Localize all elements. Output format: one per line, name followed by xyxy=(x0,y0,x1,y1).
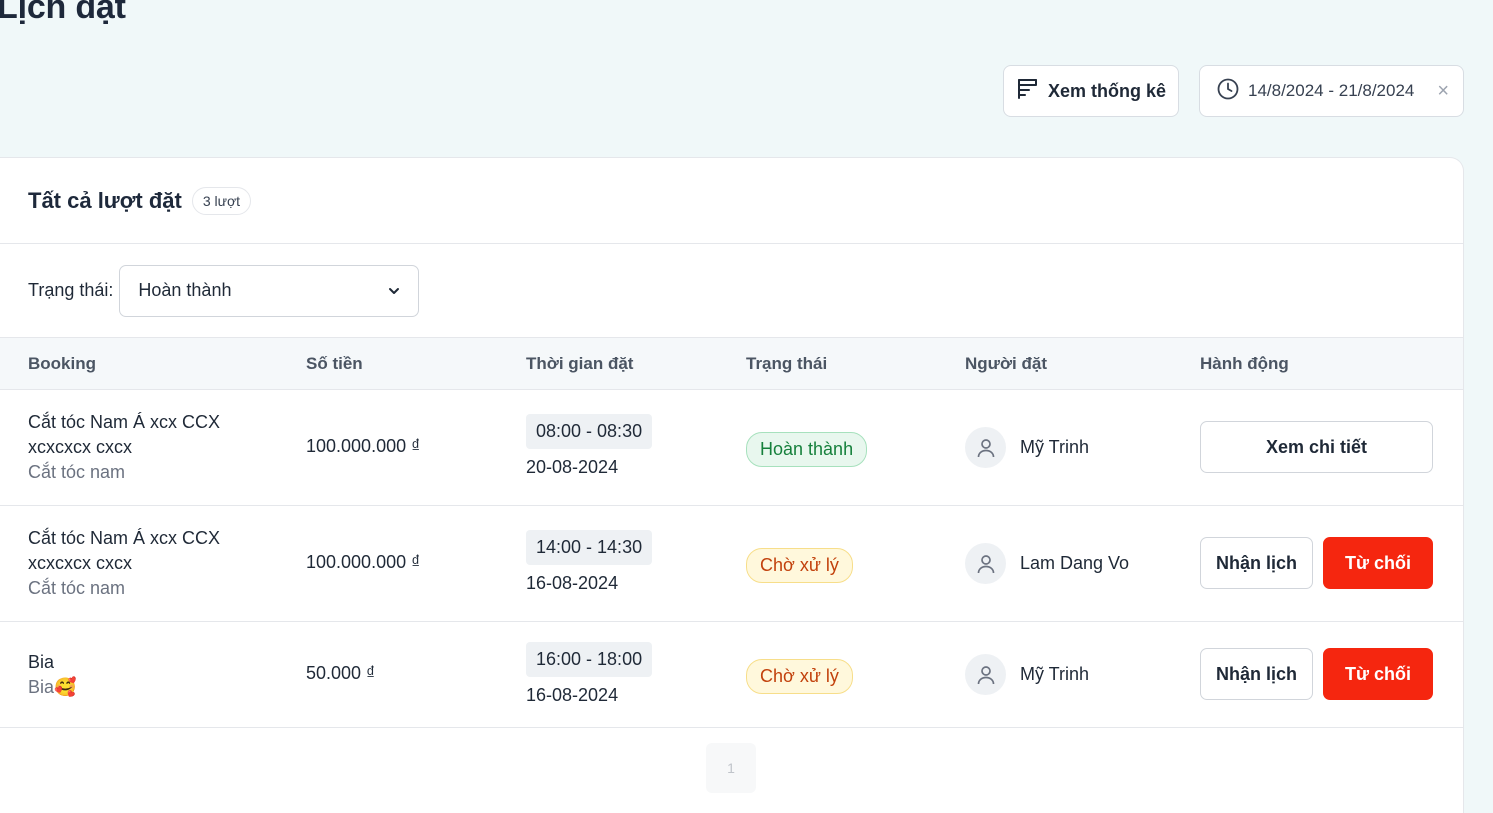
booking-date: 16-08-2024 xyxy=(526,573,619,593)
user-cell: Mỹ Trinh xyxy=(965,427,1089,468)
count-badge: 3 lượt xyxy=(191,186,252,215)
amount-cell: 50.000 ₫ xyxy=(306,663,376,683)
clock-icon xyxy=(1216,77,1240,106)
status-filter-label: Trạng thái: xyxy=(28,280,114,300)
user-avatar-icon xyxy=(965,654,1006,695)
time-slot: 14:00 - 14:30 xyxy=(526,530,653,565)
booking-name: Cắt tóc Nam Á xcx CCX xcxcxcx cxcx xyxy=(28,412,221,457)
time-slot: 16:00 - 18:00 xyxy=(526,642,653,677)
status-filter-row: Trạng thái: Hoàn thành xyxy=(0,244,1463,337)
amount-cell: 100.000.000 ₫ xyxy=(306,552,421,572)
booking-name: Bia xyxy=(28,652,55,672)
header-booking: Booking xyxy=(28,354,96,373)
status-badge: Chờ xử lý xyxy=(746,659,853,694)
status-cell: Hoàn thành xyxy=(746,432,868,467)
pagination-page-button[interactable]: 1 xyxy=(706,743,756,793)
booking-name: Cắt tóc Nam Á xcx CCX xcxcxcx cxcx xyxy=(28,528,221,573)
user-cell: Lam Dang Vo xyxy=(965,543,1129,584)
table-header: Booking Số tiền Thời gian đặt Trạng thái… xyxy=(0,337,1463,390)
booking-service: Cắt tóc nam xyxy=(28,462,126,482)
time-cell: 14:00 - 14:30 16-08-2024 xyxy=(526,530,653,594)
stats-filter-icon xyxy=(1016,77,1040,106)
bookings-card: Tất cả lượt đặt 3 lượt Trạng thái: Hoàn … xyxy=(0,157,1464,813)
user-cell: Mỹ Trinh xyxy=(965,654,1089,695)
view-stats-button[interactable]: Xem thống kê xyxy=(1003,65,1179,117)
page-title: Lịch đặt xyxy=(0,0,126,26)
header-user: Người đặt xyxy=(965,354,1048,373)
reject-booking-button[interactable]: Từ chối xyxy=(1323,537,1433,589)
table-row: Cắt tóc Nam Á xcx CCX xcxcxcx cxcx Cắt t… xyxy=(0,506,1463,622)
status-badge: Hoàn thành xyxy=(746,432,868,467)
booking-cell: Cắt tóc Nam Á xcx CCX xcxcxcx cxcx Cắt t… xyxy=(28,526,238,601)
chevron-down-icon xyxy=(386,283,402,299)
time-cell: 08:00 - 08:30 20-08-2024 xyxy=(526,414,653,478)
booking-date: 20-08-2024 xyxy=(526,457,619,477)
header-amount: Số tiền xyxy=(306,354,363,373)
header-time: Thời gian đặt xyxy=(526,354,634,373)
accept-booking-button[interactable]: Nhận lịch xyxy=(1200,648,1313,700)
bookings-page: Lịch đặt Xem thống kê 14/8/2024 - 21/8/2… xyxy=(0,0,1493,813)
user-avatar-icon xyxy=(965,543,1006,584)
user-name: Lam Dang Vo xyxy=(1020,553,1130,573)
user-name: Mỹ Trinh xyxy=(1020,664,1090,684)
booking-date: 16-08-2024 xyxy=(526,685,619,705)
card-title: Tất cả lượt đặt xyxy=(28,187,182,213)
status-cell: Chờ xử lý xyxy=(746,548,853,583)
view-detail-button[interactable]: Xem chi tiết xyxy=(1200,421,1433,473)
user-name: Mỹ Trinh xyxy=(1020,437,1090,457)
status-filter-select[interactable]: Hoàn thành xyxy=(119,264,420,317)
status-filter-value: Hoàn thành xyxy=(138,280,232,300)
header-status: Trạng thái xyxy=(746,354,828,373)
status-cell: Chờ xử lý xyxy=(746,659,853,694)
booking-cell: Bia Bia🥰 xyxy=(28,650,238,700)
header-actions: Hành động xyxy=(1200,354,1289,373)
status-badge: Chờ xử lý xyxy=(746,548,853,583)
clear-date-range-icon[interactable]: × xyxy=(1437,81,1449,101)
card-header: Tất cả lượt đặt 3 lượt xyxy=(0,158,1463,244)
actions-cell: Xem chi tiết xyxy=(1200,421,1433,473)
booking-service: Cắt tóc nam xyxy=(28,578,126,598)
time-cell: 16:00 - 18:00 16-08-2024 xyxy=(526,642,653,706)
time-slot: 08:00 - 08:30 xyxy=(526,414,653,449)
table-row: Bia Bia🥰 50.000 ₫ 16:00 - 18:00 16-08-20… xyxy=(0,622,1463,728)
view-stats-label: Xem thống kê xyxy=(1047,80,1167,101)
actions-cell: Nhận lịch Từ chối xyxy=(1200,537,1433,589)
booking-cell: Cắt tóc Nam Á xcx CCX xcxcxcx cxcx Cắt t… xyxy=(28,410,238,485)
date-range-value: 14/8/2024 - 21/8/2024 xyxy=(1248,81,1415,100)
date-range-picker[interactable]: 14/8/2024 - 21/8/2024 × xyxy=(1199,65,1464,117)
accept-booking-button[interactable]: Nhận lịch xyxy=(1200,537,1313,589)
amount-cell: 100.000.000 ₫ xyxy=(306,436,421,456)
user-avatar-icon xyxy=(965,427,1006,468)
reject-booking-button[interactable]: Từ chối xyxy=(1323,648,1433,700)
booking-service: Bia🥰 xyxy=(28,677,77,697)
table-row: Cắt tóc Nam Á xcx CCX xcxcxcx cxcx Cắt t… xyxy=(0,390,1463,506)
actions-cell: Nhận lịch Từ chối xyxy=(1200,648,1433,700)
